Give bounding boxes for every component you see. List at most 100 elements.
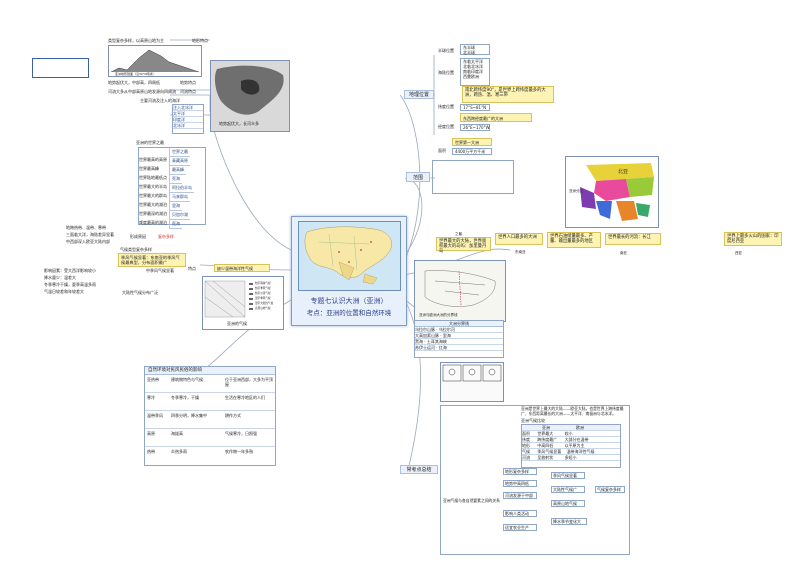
sea-item: 西靠欧洲 (463, 74, 479, 79)
customs-row: 温带季风 四季分明，降水集中 耕作方式 (145, 411, 275, 429)
ocean-item: 北冰洋 (173, 123, 203, 129)
climate-compare-table: 亚洲 欧洲 面积 世界最大 较小 纬度 跨纬度最广 大部分在温带 地形 中高四低 … (521, 424, 621, 468)
asia-regions-colored-map: 北亚 亚洲分区 (565, 156, 659, 228)
terrain-type-tag: 地形特点 (192, 38, 208, 43)
climate-types: 气候类型复杂多样 (120, 247, 152, 252)
relief-map-caption: 地势起伏大，长河众多 (219, 121, 259, 126)
climate-note: 冬季寒冷干燥，夏季高温多雨 (44, 282, 96, 287)
monsoon-note: 季风气候显著：东南亚的季风气候最典型，分布面积最广 (118, 253, 186, 267)
river-feature: 河流大多从中部高原山地发源向四周流 (108, 89, 176, 94)
hemisphere-label: 半球位置 (438, 48, 454, 53)
superlative-row: 世界陆地最低点 死海 (139, 175, 205, 184)
climate-legend: 热带雨林气候 热带季风气候 热带沙漠气候 温带季风气候 温带大陆性气候 高原山地气候 (255, 282, 274, 310)
fact-tag-southeast: 东南亚 (515, 250, 526, 254)
latitude-range: 17°S~81°N (460, 104, 490, 111)
fact-largest-continent: 世界最大的大陆，世界面积最大的岛屿：加里曼丹岛 (436, 237, 491, 254)
fact-volcano: 世界上最多火山的国家：印度尼西亚 (724, 232, 782, 246)
asia-political-map (298, 221, 401, 291)
superlative-row: 世界最大的群岛 马来群岛 (139, 193, 205, 202)
river-feature-tag: 河流特点 (180, 89, 196, 94)
oceans-list: 注入北冰洋 太平洋 印度洋 北冰洋 (172, 104, 204, 134)
flow-node: 季风气候显著 (551, 472, 585, 479)
climate-factor: 中西部深入欧亚大陆内部 (66, 239, 110, 244)
area-label: 面积 (438, 148, 446, 153)
climate-note: 降水量少：温差大 (44, 275, 76, 280)
branch-exam-summary[interactable]: 常考点总结 (400, 465, 438, 474)
flow-node: 地形复杂多样 (503, 468, 537, 475)
border-row: 苏伊士运河 · 红海 (415, 345, 503, 351)
customs-row: 寒冷 冬季寒冷，干燥 生活在寒冷地区的人们 (145, 393, 275, 411)
superlative-row: 咸度最高的湖泊 死海 (139, 220, 205, 229)
regions-map-caption: 亚洲分区 (569, 189, 583, 193)
flow-node: 气候复杂多样 (595, 486, 625, 493)
superlatives-header: 亚洲的世界之最 (136, 140, 164, 145)
asia-regions-map (432, 160, 514, 194)
superlative-row: 世界之最 (139, 148, 205, 157)
customs-table: 自然环境对民风民俗的影响 亚热带 建筑物特色与气候 位于亚洲西部，大多为平顶屋 寒冷… (144, 366, 276, 466)
profile-inset-label (32, 58, 89, 78)
flow-node: 降水季节变化大 (551, 518, 587, 525)
flow-node: 适宜农业生产 (503, 524, 537, 531)
border-map-caption: 亚洲与欧洲大洲的分界线 (419, 313, 458, 317)
flow-node: 大陆性气候广 (551, 486, 585, 493)
center-title-line1: 专题七认识大洲（亚洲） (310, 297, 388, 305)
branch-geo-location[interactable]: 地理位置 (404, 90, 434, 99)
longitude-range: 26°E~170°W (460, 124, 490, 131)
hemisphere-north: 北半球 (463, 50, 475, 55)
customs-row: 亚热带 建筑物特色与气候 位于亚洲西部，大多为平顶屋 (145, 375, 275, 393)
center-title-line2: 考点：亚洲的位置和自然环境 (306, 309, 392, 317)
latitude-label: 纬度位置 (438, 104, 454, 109)
area-rank: 世界第一大洲 (452, 138, 492, 146)
continental-tag: 大陆性气候分布广泛 (122, 290, 158, 295)
terrain-type: 类型复杂多样，以高原山地为主 (108, 38, 164, 43)
superlative-row: 世界最大的半岛 阿拉伯半岛 (139, 184, 205, 193)
fact-tag-south: 南亚 (620, 251, 627, 255)
hemisphere-list: 东半球 北半球 (460, 44, 490, 55)
climate-complex-tag: 复杂多样 (158, 234, 174, 239)
exam-intro: 亚洲是世界上最大的大陆——欧亚大陆，也是世界上跨纬度最广、东西距离最长的大洲——… (521, 406, 624, 416)
fact-tag-west: 西亚 (735, 251, 742, 255)
superlative-row: 世界最深的湖泊 贝加尔湖 (139, 211, 205, 220)
longitude-note: 东西跨经度最广的大洲 (460, 113, 532, 122)
area-value: 4400万平方千米 (452, 148, 492, 155)
border-table: 大洲分界线 乌拉尔山脉 · 乌拉尔河 大高加索山脉 · 里海 黑海 · 土耳其海… (414, 320, 504, 358)
longitude-label: 经度位置 (438, 124, 454, 129)
fact-population: 世界人口最多的大洲 (495, 233, 543, 245)
superlative-row: 世界最大的湖泊 里海 (139, 202, 205, 211)
customs-title: 自然环境对民风民俗的影响 (145, 367, 275, 375)
sea-land-list: 东临太平洋 北临北冰洋 南临印度洋 西靠欧洲 (460, 58, 490, 86)
asia-relief-map: 地势起伏大，长河众多 (210, 60, 290, 132)
climate-factor: 三面临大洋，海陆差异显著 (66, 232, 114, 237)
fact-oil: 世界石油储量最多、产量、输出量最多的地区 (547, 232, 601, 248)
flow-node: 地势中高四低 (503, 480, 537, 487)
monsoon-tag: 中季风气候显著 (146, 268, 174, 273)
flow-node: 影响人类活动 (503, 510, 537, 517)
climate-note: 气温日较差和年较差大 (44, 289, 84, 294)
climate-compare-title: 亚洲气候比较 (521, 418, 545, 423)
flow-node: 河流发源于中部 (503, 492, 537, 499)
terrain-profile-chart: 亚洲地形剖面（沿30°N纬线） (108, 45, 202, 77)
svg-text:北亚: 北亚 (618, 168, 628, 175)
relief-feature: 地势起伏大，中部高，四周低 (108, 80, 160, 85)
superlatives-table: 世界之最 世界最高的高原 青藏高原 世界最高峰 最高峰 世界陆地最低点 死海 世界最大… (138, 147, 206, 229)
asia-climate-map: 热带雨林气候 热带季风气候 热带沙漠气候 温带季风气候 温带大陆性气候 高原山地气候 亚洲… (202, 276, 284, 330)
central-topic[interactable]: 专题七认识大洲（亚洲） 考点：亚洲的位置和自然环境 (291, 216, 407, 326)
comic-illustrations (440, 362, 504, 402)
flow-node: 高原山地气候 (551, 500, 585, 507)
flow-title: 亚洲气候与各自然要素之间的关系 (443, 498, 500, 503)
relief-feature-tag: 地势特点 (180, 80, 196, 85)
rivers-oceans-title: 主要河流及注入的海洋 (140, 98, 180, 103)
sea-land-label: 海陆位置 (438, 70, 454, 75)
exam-summary-panel: 亚洲是世界上最大的大陆——欧亚大陆，也是世界上跨纬度最广、东西距离最长的大洲——… (440, 405, 630, 555)
compare-row: 河流 呈放射状 多短小 (522, 455, 620, 461)
customs-row: 高原 海拔高 气候寒冷，日照强 (145, 429, 275, 447)
climate-feature-label: 特点 (188, 266, 196, 271)
climate-note: 影响因素：受大西洋影响较小 (44, 268, 96, 273)
superlative-row: 世界最高峰 最高峰 (139, 166, 205, 175)
branch-range[interactable]: 范围 (406, 172, 430, 182)
customs-row: 热带 炎热多雨 农作物一年多熟 (147, 449, 253, 454)
fact-longest-river: 世界最长的河流：长江 (605, 233, 661, 245)
climate-cause-label: 形成原因 (130, 234, 146, 239)
climate-factor: 地跨热带、温带、寒带 (66, 225, 106, 230)
latitude-note: 南北跨纬度90°，是世界上跨纬度最多的大洲，跨热、温、寒三带 (462, 86, 554, 103)
